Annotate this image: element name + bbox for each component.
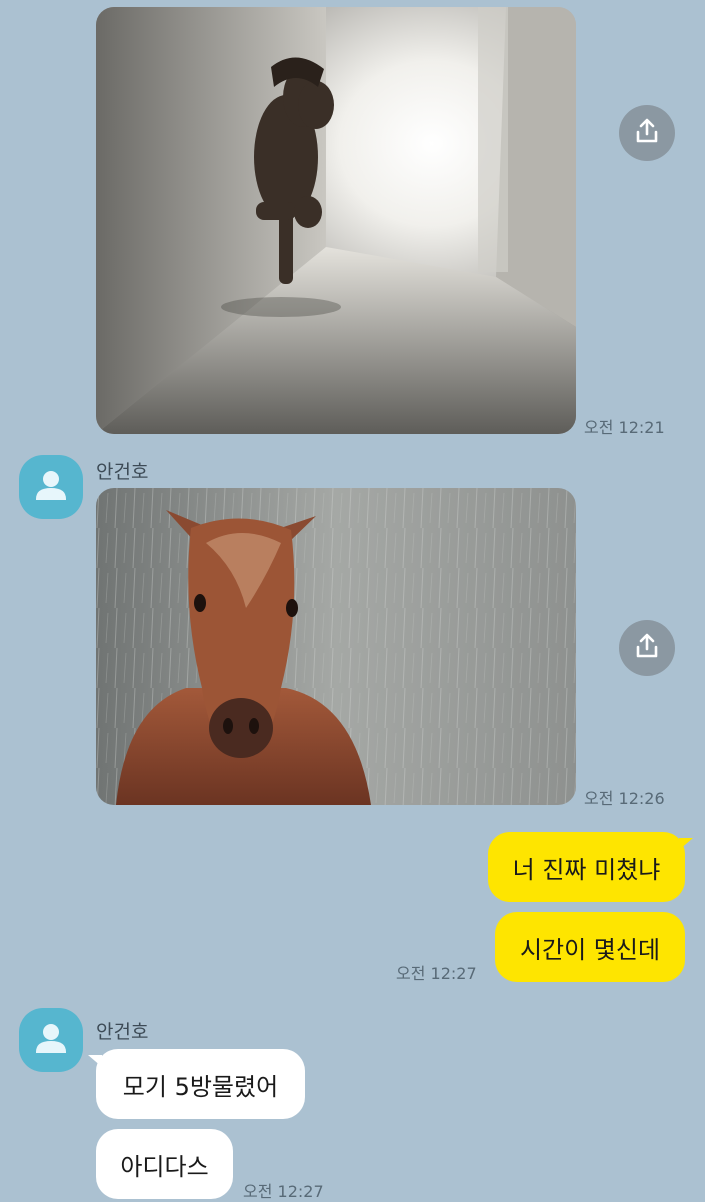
bubble-tail <box>679 838 693 850</box>
message-text: 모기 5방물렸어 <box>122 1072 279 1101</box>
message-timestamp: 오전 12:27 <box>396 964 477 983</box>
their-message-bubble[interactable]: 아디다스 <box>96 1129 233 1199</box>
message-text: 너 진짜 미쳤냐 <box>512 855 661 884</box>
share-icon <box>633 632 661 664</box>
avatar[interactable] <box>19 1008 83 1072</box>
avatar[interactable] <box>19 455 83 519</box>
default-profile-icon <box>36 471 66 500</box>
message-timestamp: 오전 12:26 <box>584 789 665 808</box>
message-timestamp: 오전 12:21 <box>584 418 665 437</box>
message-timestamp: 오전 12:27 <box>243 1182 324 1201</box>
sender-name: 안건호 <box>96 461 149 483</box>
message-text: 시간이 몇신데 <box>519 935 661 964</box>
message-text: 아디다스 <box>120 1152 209 1181</box>
pony-in-hallway-photo[interactable] <box>96 7 576 434</box>
my-message-bubble[interactable]: 너 진짜 미쳤냐 <box>488 832 693 902</box>
my-message-bubble[interactable]: 시간이 몇신데 <box>495 912 685 982</box>
default-profile-icon <box>36 1024 66 1053</box>
share-icon <box>633 117 661 149</box>
share-button[interactable] <box>619 105 675 161</box>
their-message-bubble[interactable]: 모기 5방물렸어 <box>88 1049 305 1119</box>
bubble-tail <box>88 1055 102 1067</box>
share-button[interactable] <box>619 620 675 676</box>
horse-in-rain-photo[interactable] <box>96 488 576 805</box>
sender-name: 안건호 <box>96 1021 149 1043</box>
